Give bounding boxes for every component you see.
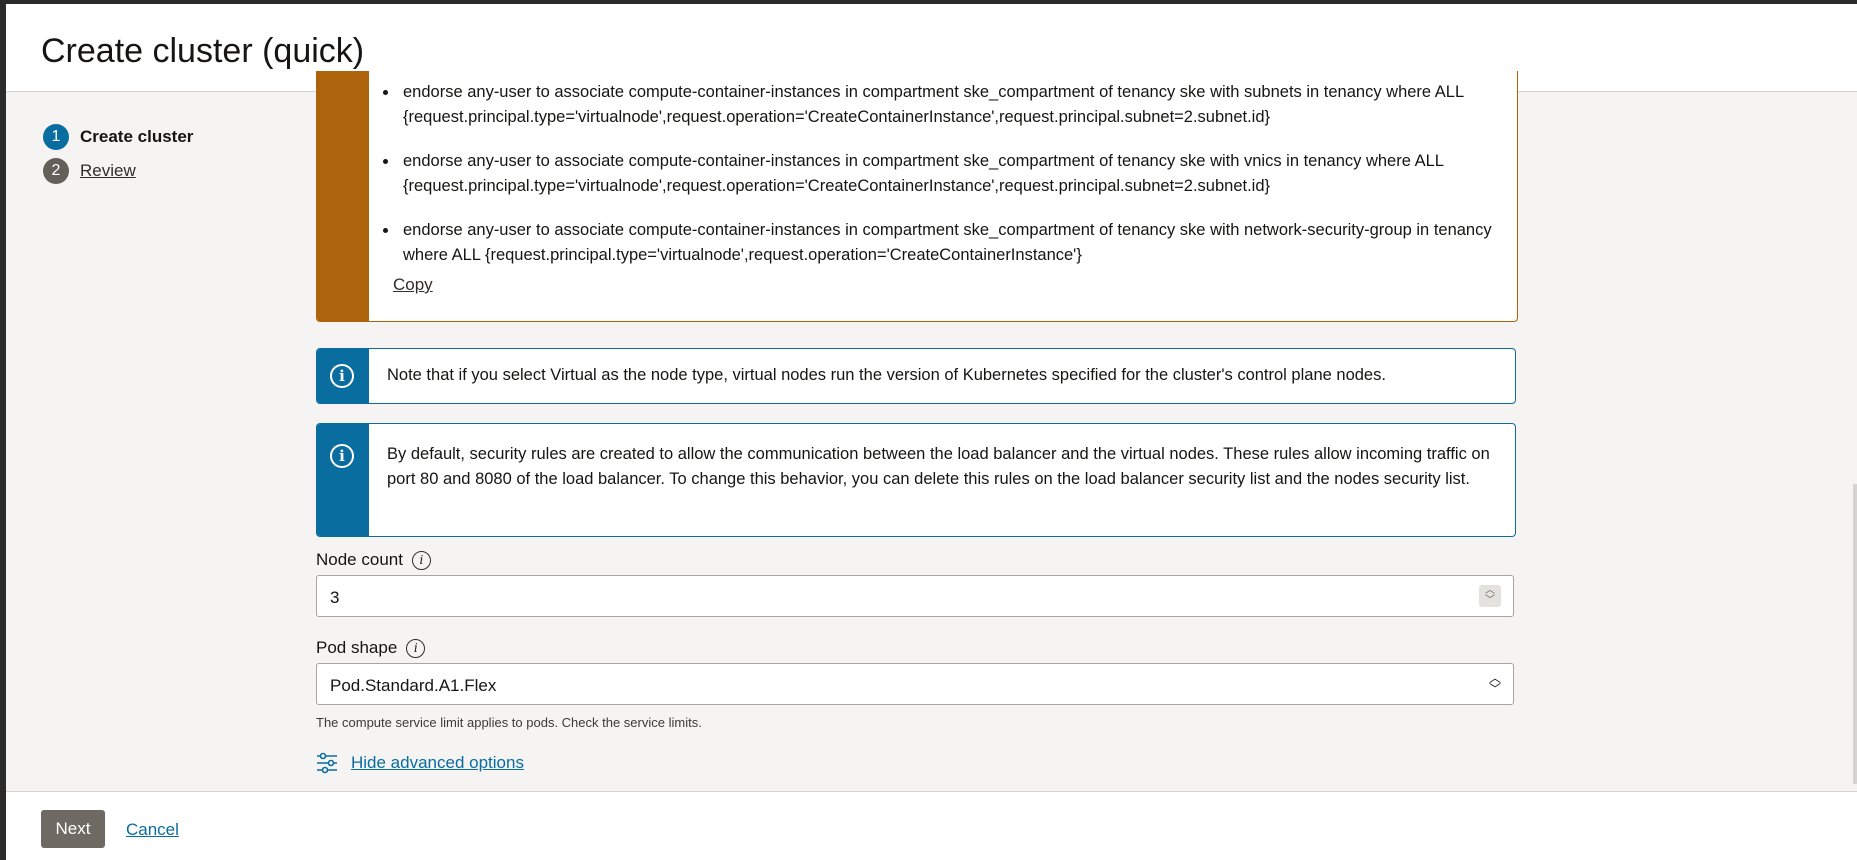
panel-footer: Next Cancel xyxy=(6,791,1857,860)
info-message-virtual-nodes: i Note that if you select Virtual as the… xyxy=(316,348,1516,404)
node-count-input[interactable]: 3 ︿ ﹀ xyxy=(316,575,1514,617)
hide-advanced-options-link[interactable]: Hide advanced options xyxy=(351,753,524,773)
advanced-options-toggle[interactable]: Hide advanced options xyxy=(316,752,524,774)
policy-item: endorse any-user to associate compute-co… xyxy=(399,149,1499,199)
page-title: Create cluster (quick) xyxy=(41,32,365,70)
wizard-steps: 1 Create cluster 2 Review xyxy=(43,120,193,188)
info-icon[interactable]: i xyxy=(411,550,431,570)
info-icon[interactable]: i xyxy=(406,638,426,658)
create-cluster-panel: Create cluster (quick) 1 Create cluster … xyxy=(6,4,1857,860)
policy-item: endorse any-user to associate compute-co… xyxy=(399,80,1499,130)
info-bar: i xyxy=(317,349,369,403)
policy-warning-box: endorse any-user to associate compute-co… xyxy=(316,71,1518,322)
select-arrows-icon[interactable]: ︿ ﹀ xyxy=(1489,672,1501,695)
info-message-security-rules: i By default, security rules are created… xyxy=(316,423,1516,537)
step-create-cluster[interactable]: 1 Create cluster xyxy=(43,120,193,154)
node-count-label: Node count i xyxy=(316,550,431,570)
step-label-review[interactable]: Review xyxy=(80,161,136,181)
sliders-icon xyxy=(317,752,337,774)
info-bar: i xyxy=(317,424,369,536)
next-button[interactable]: Next xyxy=(41,810,105,848)
pod-shape-label: Pod shape i xyxy=(316,638,426,658)
info-icon: i xyxy=(330,444,354,468)
node-count-stepper[interactable]: ︿ ﹀ xyxy=(1479,585,1501,607)
pod-shape-select[interactable]: Pod.Standard.A1.Flex ︿ ﹀ xyxy=(316,663,1514,705)
copy-link[interactable]: Copy xyxy=(393,275,433,295)
step-label-create-cluster: Create cluster xyxy=(80,127,194,146)
info-text: Note that if you select Virtual as the n… xyxy=(387,366,1386,384)
chevron-down-icon[interactable]: ﹀ xyxy=(1479,596,1501,606)
scrollbar[interactable] xyxy=(1853,484,1857,784)
pod-shape-helper: The compute service limit applies to pod… xyxy=(316,715,702,730)
node-count-value[interactable]: 3 xyxy=(330,588,339,608)
warning-bar xyxy=(317,71,369,321)
cancel-button[interactable]: Cancel xyxy=(126,820,179,840)
step-number-1: 1 xyxy=(43,124,69,150)
step-number-2: 2 xyxy=(43,158,69,184)
pod-shape-value[interactable]: Pod.Standard.A1.Flex xyxy=(330,676,496,696)
policy-item: endorse any-user to associate compute-co… xyxy=(399,218,1499,268)
info-text: By default, security rules are created t… xyxy=(387,445,1490,488)
policy-list: endorse any-user to associate compute-co… xyxy=(399,80,1499,287)
info-icon: i xyxy=(330,364,354,388)
step-review[interactable]: 2 Review xyxy=(43,154,193,188)
